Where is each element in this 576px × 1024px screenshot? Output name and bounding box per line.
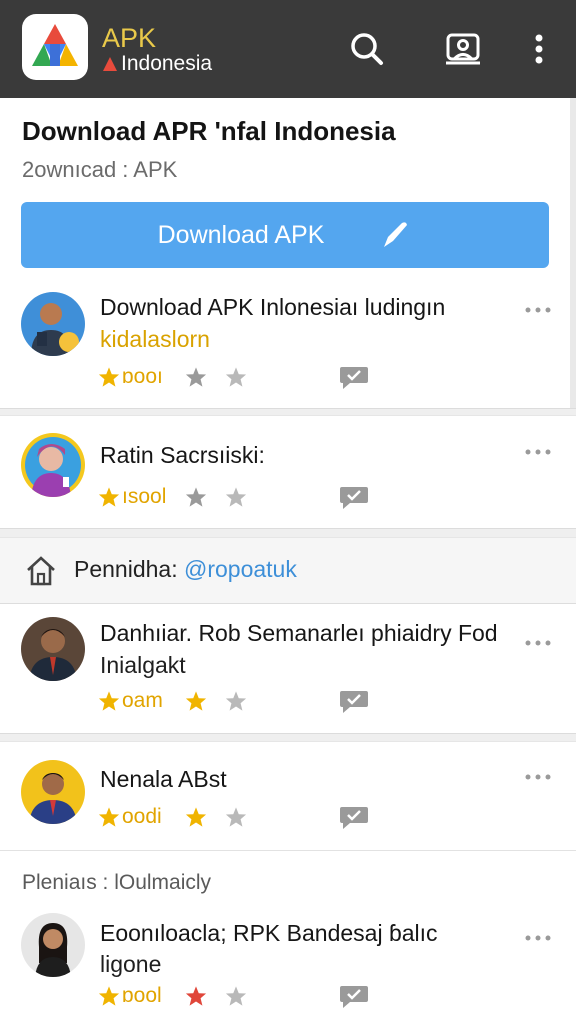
app-logo[interactable] [22,14,88,80]
section-label: Pennidha: @ropoatuk [74,556,297,583]
rating-text: oam [122,689,163,712]
brand-main: APK [102,23,157,53]
avatar [21,617,85,681]
list-item[interactable]: Download APK Inlonesiaı ludingın kidalas… [0,282,576,408]
section-bar: Pennidha: @ropoatuk [0,538,576,604]
item-subtitle: kidalaslorn [100,326,210,352]
rating-row: ısool [98,484,398,510]
star-icon[interactable] [225,690,247,712]
star-icon[interactable] [225,985,247,1007]
brand-sub: Indonesia [121,52,213,75]
rating-row: oam [98,688,398,714]
pen-icon [384,222,408,247]
brand-arrow-icon [103,57,117,71]
star-icon [98,807,120,827]
item-subtitle: ligone [100,951,162,977]
more-horiz-icon[interactable] [522,769,554,785]
more-horiz-icon[interactable] [522,635,554,651]
star-icon[interactable] [185,985,207,1007]
comment-icon[interactable] [338,804,370,832]
star-icon [98,367,120,387]
comment-icon[interactable] [338,484,370,512]
item-title: Download APK Inlonesiaı ludingın [100,294,446,320]
more-horiz-icon[interactable] [522,930,554,946]
brand-sub-row: Indonesia [102,52,212,76]
rating-text: ısool [122,485,167,508]
divider [0,733,576,742]
avatar-person-icon [35,923,71,977]
star-icon[interactable] [225,806,247,828]
rating-row: oodi [98,804,398,830]
search-icon[interactable] [348,30,386,68]
rating-row: ɒool [98,983,398,1009]
app-bar: APK Indonesia [0,0,576,98]
list-item[interactable]: Ratin Sacrsıiski: ısool [0,418,576,528]
list-item[interactable]: Eoonıloacla; RPK Bandesaj ɓalıc ligone ɒ… [0,905,576,1024]
item-subtitle: Inialgakt [100,652,186,678]
avatar-person-icon [31,303,79,356]
more-horiz-icon[interactable] [522,302,554,318]
list-item[interactable]: Danhıiar. Rob Semanarleı phiaidry Fod In… [0,605,576,733]
brand: APK Indonesia [102,24,212,76]
star-icon[interactable] [185,486,207,508]
item-title: Eoonıloacla; RPK Bandesaj ɓalıc [100,920,438,946]
item-title: Ratin Sacrsıiski: [100,442,265,468]
star-icon[interactable] [185,806,207,828]
rating-text: ɒooı [122,365,163,388]
divider [0,528,576,538]
avatar [21,760,85,824]
rating-row: ɒooı [98,364,398,390]
divider [0,408,576,416]
download-button-label: Download APK [157,220,325,249]
rating-text: ɒool [122,984,162,1007]
rating-text: oodi [122,805,162,828]
avatar-person-icon [29,629,77,681]
breadcrumb: 2ownıcad : APK [22,157,178,182]
section-label-text: Pennidha: [74,556,178,582]
item-title: Nenala ABst [100,766,227,792]
group-label: Pleniaıs : lOulmaicly [22,871,212,894]
more-horiz-icon[interactable] [522,444,554,460]
section-handle-link[interactable]: @ropoatuk [184,556,297,582]
more-vert-icon[interactable] [520,30,558,68]
star-icon[interactable] [225,486,247,508]
avatar [21,433,85,497]
star-icon[interactable] [225,366,247,388]
star-icon [98,487,120,507]
avatar [21,913,85,977]
comment-icon[interactable] [338,688,370,716]
home-icon[interactable] [24,554,58,588]
item-title: Danhıiar. Rob Semanarleı phiaidry Fod [100,620,498,646]
avatar-person-icon [29,773,77,824]
avatar [21,292,85,356]
star-icon [98,691,120,711]
star-icon[interactable] [185,366,207,388]
star-icon[interactable] [185,690,207,712]
page-title: Download APR 'nfal Indonesia [22,116,396,146]
avatar-person-icon [25,437,81,497]
divider [0,850,576,851]
comment-icon[interactable] [338,364,370,392]
download-apk-button[interactable]: Download APK [21,202,549,268]
account-icon[interactable] [444,30,482,68]
apk-logo-icon [32,24,78,66]
comment-icon[interactable] [338,983,370,1011]
list-item[interactable]: Nenala ABst oodi [0,742,576,850]
star-icon [98,986,120,1006]
